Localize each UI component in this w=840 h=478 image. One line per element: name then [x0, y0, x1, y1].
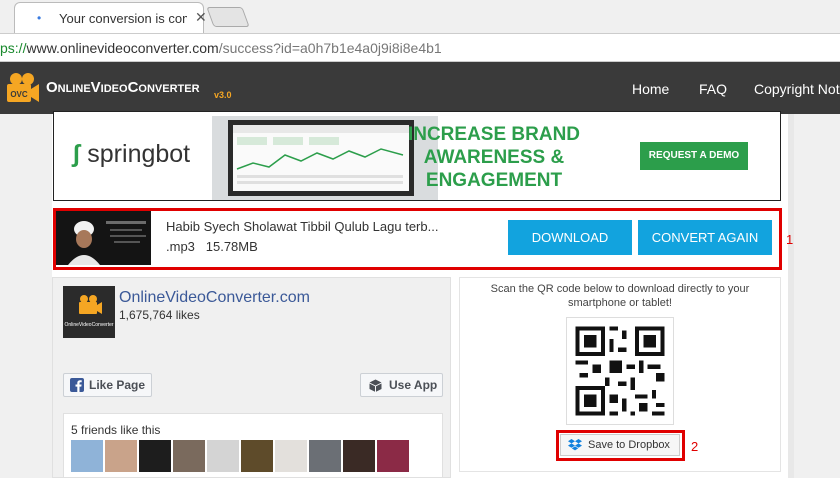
facebook-page-name[interactable]: OnlineVideoConverter.com — [119, 289, 310, 307]
loading-icon: • — [37, 11, 42, 25]
like-page-button[interactable]: Like Page — [63, 373, 152, 397]
friend-avatar[interactable] — [275, 440, 307, 472]
highlight-box-1 — [53, 208, 782, 270]
nav-home[interactable]: Home — [632, 81, 669, 97]
browser-tab-active[interactable]: • Your conversion is comp ✕ — [14, 2, 207, 33]
friend-avatar[interactable] — [241, 440, 273, 472]
cube-icon — [369, 379, 382, 392]
address-bar[interactable]: ps://www.onlinevideoconverter.com/succes… — [0, 33, 840, 62]
facebook-like-count: 1,675,764 likes — [119, 308, 200, 322]
highlight-box-2 — [556, 430, 685, 461]
qr-instructions: Scan the QR code below to download direc… — [490, 283, 750, 309]
close-tab-icon[interactable]: ✕ — [195, 9, 207, 26]
friend-avatar[interactable] — [207, 440, 239, 472]
logo-text[interactable]: OnlineVideoConverter — [46, 79, 200, 96]
friend-avatar[interactable] — [343, 440, 375, 472]
request-demo-button[interactable]: REQUEST A DEMO — [640, 142, 748, 170]
friend-avatar[interactable] — [139, 440, 171, 472]
like-page-label: Like Page — [89, 378, 146, 392]
page-scrollbar[interactable] — [788, 114, 794, 478]
logo-version: v3.0 — [214, 90, 232, 100]
annotation-marker-1: 1 — [786, 232, 794, 247]
nav-faq[interactable]: FAQ — [699, 81, 727, 97]
ad-banner[interactable]: ʃ springbot INCREASE BRAND AWARENESS & E… — [53, 111, 781, 201]
springbot-mark-icon: ʃ — [72, 140, 88, 168]
browser-tab-bar: • Your conversion is comp ✕ — [0, 0, 840, 33]
facebook-page-avatar[interactable]: OnlineVideoConverter — [63, 286, 115, 338]
avatar-text: OnlineVideoConverter — [64, 322, 113, 328]
camera-logo-icon[interactable]: OVC — [6, 72, 40, 104]
logo-badge-text: OVC — [10, 90, 28, 99]
springbot-logo: ʃ springbot — [72, 140, 191, 168]
friend-avatar[interactable] — [71, 440, 103, 472]
friend-avatar[interactable] — [377, 440, 409, 472]
nav-copyright[interactable]: Copyright Not — [754, 81, 840, 97]
friend-avatar[interactable] — [173, 440, 205, 472]
tab-title: Your conversion is comp — [59, 11, 187, 26]
site-navbar: OVC OnlineVideoConverter v3.0 Home FAQ C… — [0, 62, 840, 114]
friend-avatar[interactable] — [105, 440, 137, 472]
dashboard-screenshot — [228, 120, 414, 196]
facebook-icon — [70, 378, 84, 392]
url-text: ps://www.onlinevideoconverter.com/succes… — [0, 40, 442, 56]
new-tab-button[interactable] — [206, 7, 250, 27]
use-app-button[interactable]: Use App — [360, 373, 443, 397]
qr-code[interactable] — [566, 317, 674, 425]
ad-headline: INCREASE BRAND AWARENESS & ENGAGEMENT — [407, 124, 581, 191]
facebook-friends-text: 5 friends like this — [71, 423, 161, 437]
friend-avatar[interactable] — [309, 440, 341, 472]
use-app-label: Use App — [389, 378, 438, 392]
annotation-marker-2: 2 — [691, 439, 699, 454]
